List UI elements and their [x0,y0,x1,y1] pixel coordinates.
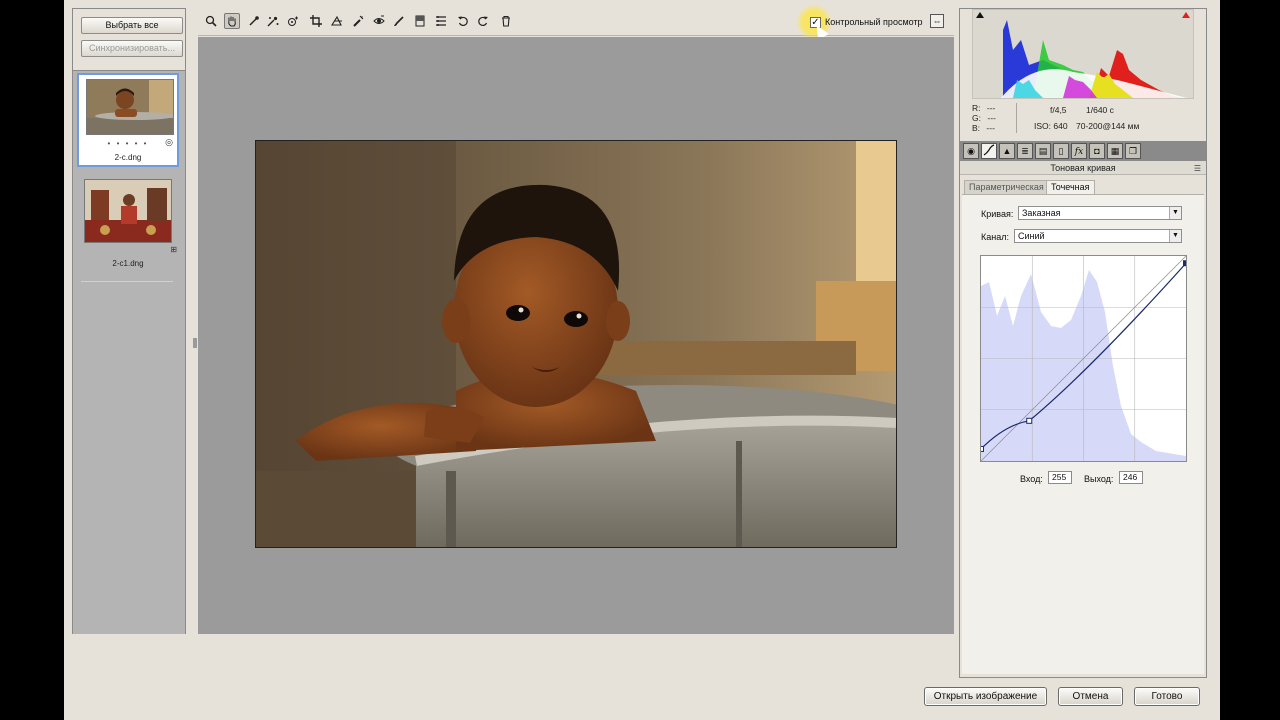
crop-tool-icon[interactable] [308,13,324,29]
r-label: R: [972,103,981,113]
shadow-clipping-icon[interactable] [976,12,984,18]
b-readout: B: --- [972,123,995,133]
g-label: G: [972,113,981,123]
thumbnail-filename: 2-c.dng [114,153,142,162]
tab-basic-icon[interactable]: ◉ [963,143,979,159]
curve-control-point[interactable] [1026,417,1033,424]
tab-detail-icon[interactable]: ▲ [999,143,1015,159]
zoom-tool-icon[interactable] [203,13,219,29]
curve-label: Кривая: [981,209,1014,219]
r-readout: R: --- [972,103,995,113]
graduated-filter-icon[interactable] [412,13,428,29]
trash-icon[interactable] [498,13,514,29]
iso: ISO: 640 [1034,121,1068,131]
input-label: Вход: [1020,474,1043,484]
aperture: f/4,5 [1050,105,1067,115]
chevron-down-icon: ▼ [1169,207,1181,219]
filmstrip-item[interactable]: ⊞ 2-c1.dng [77,175,179,271]
curve-preset-value: Заказная [1022,208,1061,218]
tab-tone-curve-icon[interactable] [981,143,997,159]
panel-menu-icon[interactable]: ☰ [1194,164,1201,173]
tab-presets-icon[interactable]: ▦ [1107,143,1123,159]
fullscreen-toggle-icon[interactable]: ⇔ [930,14,944,28]
highlight-clipping-icon[interactable] [1182,12,1190,18]
color-sampler-tool-icon[interactable] [265,13,281,29]
straighten-tool-icon[interactable] [329,13,345,29]
tone-curve-svg [978,255,1189,462]
curve-control-point[interactable] [1183,260,1189,267]
hand-tool-icon[interactable] [224,13,240,29]
lens: 70-200@144 мм [1076,121,1140,131]
preview-label: Контрольный просмотр [825,17,923,27]
image-canvas[interactable] [198,37,954,634]
tab-camera-calibration-icon[interactable]: ◘ [1089,143,1105,159]
synchronize-button[interactable]: Синхронизировать... [81,40,183,57]
output-label: Выход: [1084,474,1114,484]
channel-label: Канал: [981,232,1009,242]
tab-point[interactable]: Точечная [1046,180,1095,194]
panel-title: Тоновая кривая [960,161,1206,175]
divider [81,281,173,282]
preview-toggle[interactable]: ✓ Контрольный просмотр [810,14,923,30]
tab-parametric[interactable]: Параметрическая [964,180,1049,194]
filmstrip-list: • • • • • 2-c.dng ◎ ⊞ 2-c1.dng [73,70,185,634]
rotate-left-icon[interactable] [455,13,471,29]
edited-badge-icon: ◎ [165,137,173,147]
image-info: R: --- G: --- B: --- f/4,5 1/640 с ISO: … [972,103,1202,139]
chevron-down-icon: ▼ [1169,230,1181,242]
g-readout: G: --- [972,113,996,123]
channel-value: Синий [1018,231,1045,241]
tone-curve-graph[interactable] [978,255,1189,462]
tab-split-toning-icon[interactable]: ▤ [1035,143,1051,159]
adjustments-panel: R: --- G: --- B: --- f/4,5 1/640 с ISO: … [959,8,1207,678]
select-all-button[interactable]: Выбрать все [81,17,183,34]
done-button[interactable]: Готово [1134,687,1200,706]
divider [1016,103,1017,133]
shutter-speed: 1/640 с [1086,105,1114,115]
spot-removal-tool-icon[interactable] [350,13,366,29]
cancel-button[interactable]: Отмена [1058,687,1123,706]
g-value: --- [987,113,996,123]
b-value: --- [986,123,995,133]
histogram [972,9,1194,99]
tab-effects-icon[interactable]: fx [1071,143,1087,159]
thumbnail-image [84,179,172,243]
b-label: B: [972,123,981,133]
input-value-field[interactable]: 255 [1048,471,1072,484]
white-balance-tool-icon[interactable] [246,13,262,29]
tab-lens-icon[interactable]: ▯ [1053,143,1069,159]
tab-snapshots-icon[interactable]: ❐ [1125,143,1141,159]
thumbnail-filename: 2-c1.dng [112,259,144,268]
preferences-icon[interactable] [433,13,449,29]
thumbnail-image [86,79,174,135]
output-value-field[interactable]: 246 [1119,471,1143,484]
panel-tabs: ◉ ▲ ≣ ▤ ▯ fx ◘ ▦ ❐ [960,141,1206,161]
curve-control-point[interactable] [978,445,984,452]
camera-raw-window: Выбрать все Синхронизировать... • • • • … [64,0,1220,720]
filmstrip-panel: Выбрать все Синхронизировать... • • • • … [72,8,186,634]
tab-hsl-icon[interactable]: ≣ [1017,143,1033,159]
crop-badge-icon: ⊞ [170,245,177,254]
channel-select[interactable]: Синий ▼ [1014,229,1182,243]
rating-stars[interactable]: • • • • • [79,139,177,148]
filmstrip-resize-handle[interactable] [193,338,197,348]
target-adjustment-tool-icon[interactable] [285,13,301,29]
curve-preset-select[interactable]: Заказная ▼ [1018,206,1182,220]
toolbar: ✓ Контрольный просмотр ⇔ [198,4,954,41]
filmstrip-item[interactable]: • • • • • 2-c.dng ◎ [77,73,179,167]
adjustment-brush-icon[interactable] [391,13,407,29]
preview-photo[interactable] [255,140,897,548]
red-eye-tool-icon[interactable] [371,13,387,29]
open-image-button[interactable]: Открыть изображение [924,687,1047,706]
rotate-right-icon[interactable] [475,13,491,29]
r-value: --- [986,103,996,113]
